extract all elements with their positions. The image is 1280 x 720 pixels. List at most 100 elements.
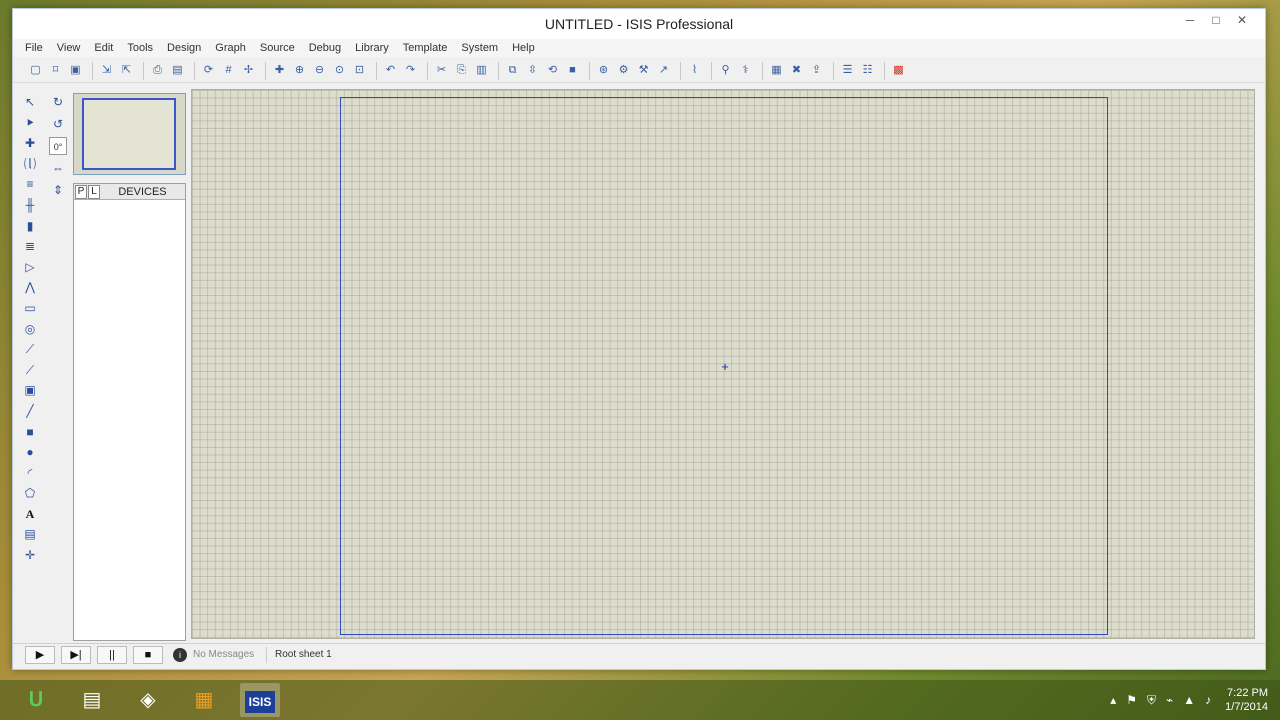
block-delete-icon[interactable]: ■ — [564, 62, 581, 79]
clock[interactable]: 7:22 PM 1/7/2014 — [1225, 686, 1268, 714]
angle-field[interactable]: 0° — [49, 137, 67, 155]
refresh-icon[interactable]: ⟳ — [200, 62, 217, 79]
flag-icon[interactable]: ⚑ — [1126, 693, 1137, 707]
menu-edit[interactable]: Edit — [94, 42, 113, 54]
export-icon[interactable]: ⇱ — [118, 62, 135, 79]
text-icon[interactable]: A — [21, 505, 39, 523]
device-pin-icon[interactable]: ▷ — [21, 258, 39, 276]
undo-icon[interactable]: ↶ — [382, 62, 399, 79]
line-icon[interactable]: ╱ — [21, 402, 39, 420]
block-rotate-icon[interactable]: ⟲ — [544, 62, 561, 79]
grid-icon[interactable]: # — [220, 62, 237, 79]
print-icon[interactable]: ⎙ — [149, 62, 166, 79]
circle-icon[interactable]: ● — [21, 443, 39, 461]
pan-icon[interactable]: ✚ — [271, 62, 288, 79]
property-assign-icon[interactable]: ⚕ — [737, 62, 754, 79]
decompose-icon[interactable]: ↗ — [655, 62, 672, 79]
browser-icon[interactable]: ◈ — [128, 683, 168, 717]
menu-design[interactable]: Design — [167, 42, 201, 54]
library-manager-button[interactable]: L — [88, 184, 100, 199]
marker-icon[interactable]: ✛ — [21, 546, 39, 564]
pause-button[interactable]: || — [97, 645, 127, 664]
rotate-cw-icon[interactable]: ↻ — [49, 93, 67, 111]
network-icon[interactable]: ▲ — [1183, 693, 1195, 707]
open-icon[interactable]: ⌑ — [47, 62, 64, 79]
pick-device-icon[interactable]: ⊛ — [595, 62, 612, 79]
erc-icon[interactable]: ☷ — [859, 62, 876, 79]
selection-mode-icon[interactable]: ↖ — [21, 93, 39, 111]
play-button[interactable]: ▶ — [25, 645, 55, 664]
menu-source[interactable]: Source — [260, 42, 295, 54]
menu-library[interactable]: Library — [355, 42, 389, 54]
menu-tools[interactable]: Tools — [127, 42, 153, 54]
overview-window[interactable] — [73, 93, 186, 175]
component-mode-icon[interactable]: ⯈ — [21, 114, 39, 132]
zoom-all-icon[interactable]: ⊙ — [331, 62, 348, 79]
bus-icon[interactable]: ╫ — [21, 196, 39, 214]
stop-button[interactable]: ■ — [133, 645, 163, 664]
make-device-icon[interactable]: ⚙ — [615, 62, 632, 79]
menu-file[interactable]: File — [25, 42, 43, 54]
remove-sheet-icon[interactable]: ✖ — [788, 62, 805, 79]
new-sheet-icon[interactable]: ▦ — [768, 62, 785, 79]
minimize-button[interactable]: ─ — [1177, 9, 1203, 31]
symbol-icon[interactable]: ▤ — [21, 525, 39, 543]
devices-list[interactable] — [74, 200, 185, 640]
shield-icon[interactable]: ⛨ — [1147, 693, 1156, 708]
current-probe-icon[interactable]: ⟋ — [21, 361, 39, 379]
close-button[interactable]: ✕ — [1229, 9, 1255, 31]
box-icon[interactable]: ■ — [21, 423, 39, 441]
cut-icon[interactable]: ✂ — [433, 62, 450, 79]
save-icon[interactable]: ▣ — [67, 62, 84, 79]
origin-icon[interactable]: ✢ — [240, 62, 257, 79]
zoom-area-icon[interactable]: ⊡ — [351, 62, 368, 79]
rotate-ccw-icon[interactable]: ↺ — [49, 115, 67, 133]
junction-icon[interactable]: ✚ — [21, 134, 39, 152]
volume-icon[interactable]: ♪ — [1205, 693, 1211, 707]
pick-devices-button[interactable]: P — [75, 184, 87, 199]
path-icon[interactable]: ⬠ — [21, 484, 39, 502]
paste-icon[interactable]: ▥ — [473, 62, 490, 79]
text-script-icon[interactable]: ≡ — [21, 175, 39, 193]
mirror-y-icon[interactable]: ⇕ — [49, 181, 67, 199]
terminal-icon[interactable]: ≣ — [21, 237, 39, 255]
virtual-instrument-icon[interactable]: ▣ — [21, 381, 39, 399]
mirror-x-icon[interactable]: ⇔ — [49, 159, 67, 177]
menu-graph[interactable]: Graph — [215, 42, 246, 54]
copy-icon[interactable]: ⎘ — [453, 62, 470, 79]
messages-text[interactable]: No Messages — [193, 646, 267, 663]
redo-icon[interactable]: ↷ — [402, 62, 419, 79]
exit-sheet-icon[interactable]: ⇪ — [808, 62, 825, 79]
start-icon[interactable]: ᑌ — [16, 683, 56, 717]
graph-icon[interactable]: ⋀ — [21, 278, 39, 296]
tray-up-arrow-icon[interactable]: ▴ — [1110, 693, 1116, 707]
info-icon[interactable]: i — [173, 647, 187, 662]
netlist-ares-icon[interactable]: ▩ — [890, 62, 907, 79]
zoom-out-icon[interactable]: ⊖ — [311, 62, 328, 79]
subcircuit-icon[interactable]: ▮ — [21, 217, 39, 235]
new-icon[interactable]: ▢ — [27, 62, 44, 79]
isis-taskbar-button[interactable]: ISIS — [240, 683, 280, 717]
arc-icon[interactable]: ◜ — [21, 464, 39, 482]
tape-recorder-icon[interactable]: ▭ — [21, 299, 39, 317]
power-icon[interactable]: ⌁ — [1166, 693, 1173, 707]
menu-help[interactable]: Help — [512, 42, 535, 54]
maximize-button[interactable]: □ — [1203, 9, 1229, 31]
search-icon[interactable]: ⚲ — [717, 62, 734, 79]
menu-template[interactable]: Template — [403, 42, 448, 54]
file-explorer-icon[interactable]: ▤ — [72, 683, 112, 717]
zoom-in-icon[interactable]: ⊕ — [291, 62, 308, 79]
generator-icon[interactable]: ◎ — [21, 320, 39, 338]
menu-view[interactable]: View — [57, 42, 81, 54]
menu-debug[interactable]: Debug — [309, 42, 341, 54]
block-move-icon[interactable]: ⇳ — [524, 62, 541, 79]
menu-system[interactable]: System — [461, 42, 498, 54]
step-button[interactable]: ▶| — [61, 645, 91, 664]
block-copy-icon[interactable]: ⧉ — [504, 62, 521, 79]
import-icon[interactable]: ⇲ — [98, 62, 115, 79]
print-area-icon[interactable]: ▤ — [169, 62, 186, 79]
voltage-probe-icon[interactable]: ⟋ — [21, 340, 39, 358]
app-grid-icon[interactable]: ▦ — [184, 683, 224, 717]
bom-icon[interactable]: ☰ — [839, 62, 856, 79]
packaging-icon[interactable]: ⚒ — [635, 62, 652, 79]
